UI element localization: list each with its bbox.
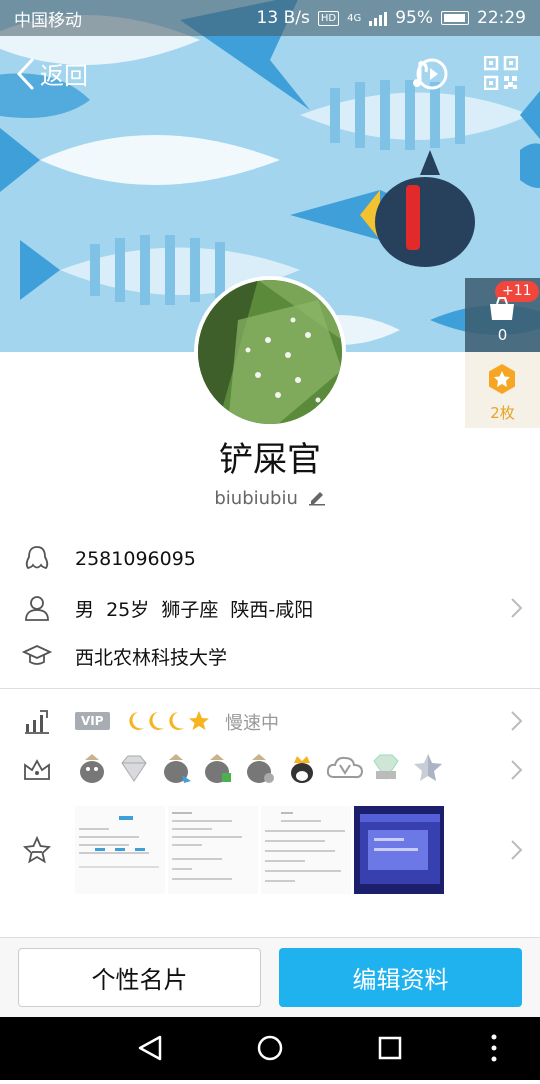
monitor-photo-image: [354, 806, 444, 894]
qr-code-button[interactable]: [483, 55, 519, 91]
signature-text: biubiubiu: [214, 488, 298, 509]
carrier-label: 中国移动: [14, 10, 82, 31]
nav-back-icon[interactable]: [138, 1035, 162, 1061]
hd-icon: HD: [317, 10, 340, 26]
network-speed: 13 B/s: [256, 8, 310, 28]
top-nav: 返回: [0, 36, 540, 112]
school-row: 西北农林科技大学: [0, 632, 540, 680]
penguin-crown-badge-icon: [291, 756, 313, 783]
like-button[interactable]: +11 0: [465, 278, 540, 352]
level-status: 慢速中: [225, 713, 279, 734]
level-moons-icon: [129, 711, 209, 730]
network-type: 4G: [347, 12, 362, 24]
screenshot-thumbnail-image: [75, 806, 165, 894]
music-note-icon: [413, 58, 448, 90]
edit-pencil-icon: [308, 492, 325, 506]
gift-count: 2枚: [490, 404, 515, 422]
personal-info-row[interactable]: 男 25岁 狮子座 陕西-咸阳: [0, 584, 540, 632]
penguin-badge-icon: [164, 754, 191, 783]
battery-percent: 95%: [395, 8, 433, 28]
like-count: 0: [497, 326, 508, 344]
crown-icon: [24, 759, 50, 780]
school-name: 西北农林科技大学: [75, 646, 228, 669]
photo-thumbnail[interactable]: [168, 806, 258, 894]
screenshot-thumbnail-image: [261, 806, 351, 894]
penguin-badge-icon: [247, 754, 274, 783]
status-bar: 中国移动 13 B/s HD 4G 95% 22:29: [0, 0, 540, 36]
diamond-badge-icon: [121, 755, 147, 782]
graduation-cap-icon: [22, 645, 52, 665]
penguin-icon: [25, 546, 49, 570]
bottom-action-bar: 个性名片 编辑资料: [0, 937, 540, 1017]
star-medal-icon: [489, 364, 515, 394]
nav-home-icon[interactable]: [257, 1035, 283, 1061]
chevron-right-icon: [511, 711, 523, 731]
gift-button[interactable]: 2枚: [465, 352, 540, 428]
qr-code-icon: [483, 55, 519, 91]
penguin-badge-icon: [80, 754, 104, 783]
battery-icon: [441, 11, 469, 25]
photo-thumbnail[interactable]: [75, 806, 165, 894]
music-button[interactable]: [410, 54, 450, 94]
penguin-badge-icon: [205, 754, 231, 783]
cloud-v-badge-icon: [326, 756, 364, 779]
chevron-right-icon: [511, 598, 523, 618]
like-icon: [490, 297, 514, 320]
screenshot-thumbnail-image: [168, 806, 258, 894]
edit-profile-button[interactable]: 编辑资料: [279, 948, 522, 1007]
person-icon: [25, 596, 49, 621]
nav-menu-icon[interactable]: [491, 1034, 497, 1062]
side-panel: +11 0 2枚: [465, 278, 540, 428]
avatar-image: [198, 280, 342, 424]
section-divider: [0, 688, 540, 689]
system-nav-bar: [0, 1017, 540, 1080]
lv1-diamond-badge-icon: [373, 754, 399, 780]
star-outline-icon: [22, 835, 52, 864]
signature-row[interactable]: biubiubiu: [0, 488, 540, 509]
star-badge-icon: [414, 754, 442, 781]
chevron-right-icon: [511, 840, 523, 860]
level-chart-icon: [25, 710, 49, 734]
avatar[interactable]: [194, 276, 346, 428]
photo-thumbnail[interactable]: [354, 806, 444, 894]
back-button[interactable]: 返回: [14, 56, 88, 91]
back-arrow-icon: [16, 58, 34, 89]
qq-number: 2581096095: [75, 548, 196, 570]
nav-recents-icon[interactable]: [378, 1036, 402, 1060]
qq-number-row: 2581096095: [0, 535, 540, 583]
photo-thumbnail[interactable]: [261, 806, 351, 894]
nickname: 铲屎官: [219, 440, 321, 480]
clock: 22:29: [477, 8, 526, 28]
chevron-right-icon: [511, 760, 523, 780]
vip-tag: VIP: [75, 712, 110, 730]
back-label: 返回: [40, 62, 88, 90]
signal-icon: [369, 10, 388, 26]
personal-card-button[interactable]: 个性名片: [18, 948, 261, 1007]
personal-info: 男 25岁 狮子座 陕西-咸阳: [75, 598, 314, 621]
